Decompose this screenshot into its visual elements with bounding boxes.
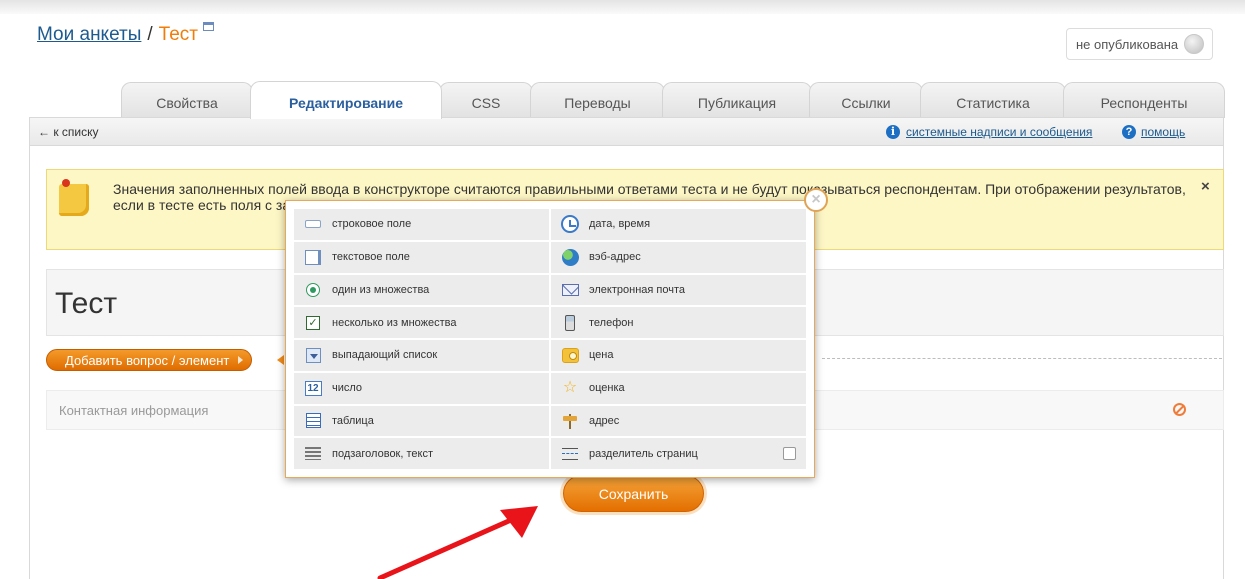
mail-icon: [561, 281, 579, 299]
element-type-item[interactable]: таблица: [294, 405, 551, 439]
element-type-item[interactable]: 12 число: [294, 372, 551, 406]
table-icon: [304, 412, 322, 430]
tab-properties[interactable]: Свойства: [121, 82, 253, 118]
element-type-label: один из множества: [332, 283, 430, 296]
element-type-label: цена: [589, 349, 614, 362]
element-type-item[interactable]: адрес: [551, 405, 808, 439]
element-type-item[interactable]: выпадающий список: [294, 340, 551, 373]
signpost-icon: [561, 412, 579, 430]
price-icon: [561, 346, 579, 364]
element-type-label: разделитель страниц: [589, 447, 698, 460]
disabled-icon[interactable]: [1173, 403, 1186, 416]
checkbox-icon: ✓: [304, 314, 322, 332]
dropdown-icon: [304, 346, 322, 364]
add-question-label: Добавить вопрос / элемент: [65, 352, 230, 368]
contact-info-label: Контактная информация: [59, 403, 209, 418]
popup-pointer: [277, 355, 284, 365]
textarea-icon: [304, 248, 322, 266]
element-type-item[interactable]: ☆ оценка: [551, 372, 808, 406]
clock-icon: [561, 215, 579, 234]
tab-publication[interactable]: Публикация: [662, 82, 812, 118]
subbar: ← к списку i системные надписи и сообщен…: [29, 117, 1224, 146]
phone-icon: [561, 314, 579, 332]
notice-close-button[interactable]: ×: [1201, 178, 1210, 195]
element-type-item[interactable]: цена: [551, 340, 808, 373]
element-type-item[interactable]: текстовое поле: [294, 241, 551, 275]
element-type-item[interactable]: разделитель страниц: [551, 438, 808, 471]
help-link[interactable]: помощь: [1141, 125, 1185, 139]
element-type-label: адрес: [589, 414, 620, 427]
popup-close-button[interactable]: ×: [804, 188, 828, 212]
text-line-icon: [304, 215, 322, 233]
arrow-shaft: [377, 513, 523, 579]
element-type-label: число: [332, 382, 363, 395]
back-to-list-link[interactable]: ← к списку: [38, 125, 99, 139]
element-type-item[interactable]: телефон: [551, 307, 808, 340]
element-type-label: подзаголовок, текст: [332, 447, 433, 460]
element-type-label: таблица: [332, 414, 374, 427]
radio-icon: [304, 281, 322, 299]
element-type-item[interactable]: строковое поле: [294, 209, 551, 242]
element-type-label: выпадающий список: [332, 349, 438, 362]
element-type-label: оценка: [589, 382, 625, 395]
tab-editing[interactable]: Редактирование: [250, 81, 442, 119]
element-type-item[interactable]: ✓ несколько из множества: [294, 307, 551, 340]
survey-title: Тест: [55, 287, 118, 320]
element-type-label: дата, время: [589, 218, 651, 231]
element-type-popup: строковое поле дата, время текстовое пол…: [285, 200, 815, 478]
system-messages-link[interactable]: системные надписи и сообщения: [906, 125, 1092, 139]
globe-icon: [561, 248, 579, 266]
add-question-button[interactable]: Добавить вопрос / элемент: [46, 349, 253, 371]
element-type-item[interactable]: электронная почта: [551, 274, 808, 308]
chevron-right-icon: [238, 356, 244, 364]
element-type-item[interactable]: подзаголовок, текст: [294, 438, 551, 471]
element-type-label: телефон: [589, 316, 634, 329]
heading-icon: [304, 445, 322, 463]
tab-respondents[interactable]: Респонденты: [1063, 82, 1225, 118]
element-type-label: строковое поле: [332, 218, 412, 231]
element-type-label: электронная почта: [589, 283, 685, 296]
help-icon: ?: [1122, 125, 1136, 139]
element-type-label: несколько из множества: [332, 316, 457, 329]
info-icon: i: [886, 125, 900, 139]
tab-links[interactable]: Ссылки: [809, 82, 923, 118]
element-type-grid: строковое поле дата, время текстовое пол…: [294, 209, 808, 471]
red-arrow-annotation: [377, 506, 538, 579]
tab-translations[interactable]: Переводы: [530, 82, 665, 118]
element-type-item[interactable]: дата, время: [551, 209, 808, 242]
note-pin-icon: [59, 179, 89, 216]
element-type-item[interactable]: вэб-адрес: [551, 241, 808, 275]
number-icon: 12: [304, 379, 322, 397]
page-divider-checkbox[interactable]: [783, 447, 796, 461]
tab-statistics[interactable]: Статистика: [920, 82, 1066, 118]
star-icon: ☆: [562, 379, 578, 397]
element-type-label: вэб-адрес: [589, 251, 641, 264]
tab-css[interactable]: CSS: [439, 82, 533, 118]
tab-bar: Свойства Редактирование CSS Переводы Пуб…: [0, 0, 1245, 120]
element-type-item[interactable]: один из множества: [294, 274, 551, 308]
dashed-divider: [822, 358, 1222, 359]
element-type-label: текстовое поле: [332, 251, 410, 264]
page-divider-icon: [561, 445, 579, 463]
save-button[interactable]: Сохранить: [563, 475, 704, 512]
